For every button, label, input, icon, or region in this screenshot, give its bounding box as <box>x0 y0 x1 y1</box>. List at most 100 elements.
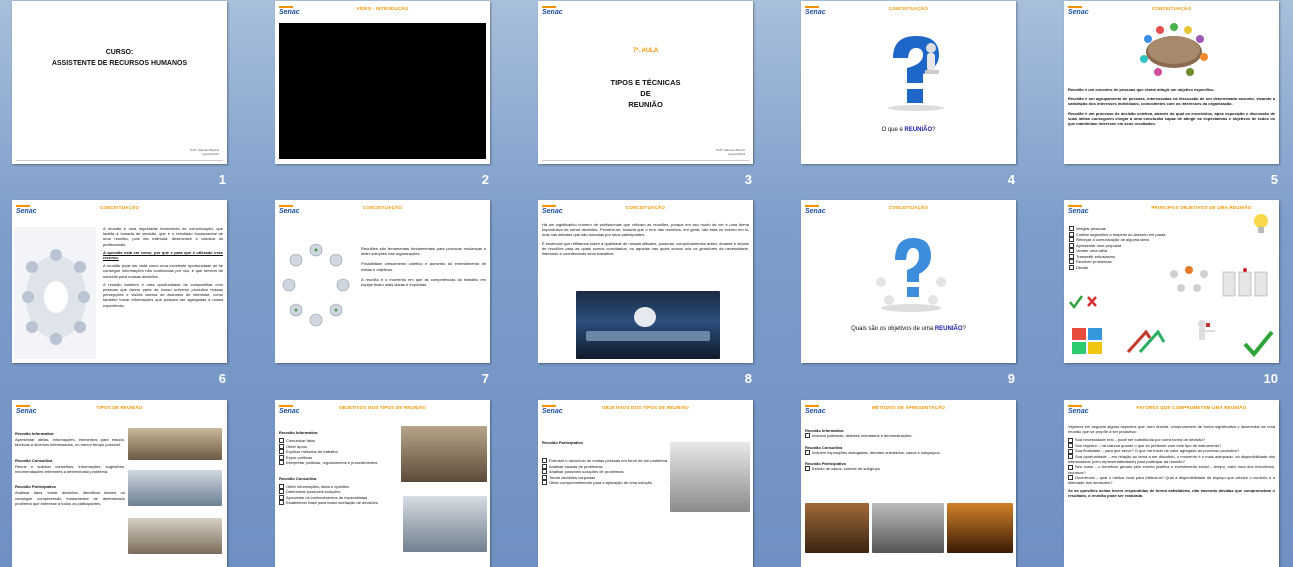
slide5-paragraph-3: Reunião é um processo de decisão coletiv… <box>1068 110 1275 127</box>
method-item: Incluem exposições dialogadas, debates o… <box>805 450 1012 456</box>
slide-thumbnail-7[interactable]: Senac CONCEITUAÇÃO Reuniões são ferramen… <box>275 200 490 363</box>
senac-logo: Senac <box>1068 205 1089 215</box>
meeting-type-informativa: Reunião Informativa <box>15 431 54 436</box>
slide-thumbnail-1[interactable]: CURSO: ASSISTENTE DE RECURSOS HUMANOS Pr… <box>12 1 227 164</box>
meeting-photo <box>670 442 750 512</box>
slide15-intro: Vejamos em seguida alguns aspectos que, … <box>1068 424 1275 435</box>
objective-item: Decidir <box>1069 265 1179 271</box>
meeting-type-informativa-desc: Apresentar idéias, informações, elemento… <box>15 437 125 448</box>
slide15-conclusion: Se as questões acima forem respondidas d… <box>1068 488 1275 499</box>
chairs-circle-icon <box>282 243 350 327</box>
slide6-paragraph-1: A reunião é uma importante ferramenta de… <box>103 226 223 247</box>
slide-number-5: 5 <box>1270 172 1278 187</box>
doors-choice-icon <box>1222 268 1268 297</box>
arrows-icon <box>1126 329 1166 354</box>
slide-thumbnail-13[interactable]: Senac OBJETIVOS DOS TIPOS DE REUNIÃO Reu… <box>538 400 753 567</box>
slide-thumbnail-9[interactable]: Senac CONCEITUAÇÃO Quais são os objetivo… <box>801 200 1016 363</box>
discussion-photo <box>947 503 1013 553</box>
slide4-title: CONCEITUAÇÃO <box>888 6 929 11</box>
slide-thumbnail-2[interactable]: Senac VÍDEO - INTRODUÇÃO <box>275 1 490 164</box>
slide-number-4: 4 <box>1007 172 1015 187</box>
slide8-title: CONCEITUAÇÃO <box>625 205 666 210</box>
slide8-paragraph-2: É essencial que reflitamos sobre a quali… <box>542 240 749 257</box>
slide3-date: Agosto/2013 <box>728 152 745 156</box>
figure-pointing-icon <box>1198 320 1215 340</box>
slide-number-7: 7 <box>481 371 489 386</box>
slide5-paragraph-2: Reunião é um agrupamento de pessoas, int… <box>1068 96 1275 107</box>
slide8-paragraph-1: Há um significativo número de profission… <box>542 222 749 238</box>
meeting-photo-3 <box>128 518 222 554</box>
question-mark-figure-icon <box>888 36 944 111</box>
puzzle-team-icon <box>1072 328 1102 354</box>
slide3-title-line1: TIPOS E TÉCNICAS <box>610 78 681 87</box>
conference-room-photo <box>576 291 720 359</box>
slide12-title: OBJETIVOS DOS TIPOS DE REUNIÃO <box>338 405 426 410</box>
slide9-question-prefix: Quais são os objetivos de uma <box>851 326 935 332</box>
slide3-title-line2: DE <box>640 89 651 98</box>
slide-thumbnail-4[interactable]: Senac CONCEITUAÇÃO O que é REUNIÃO? <box>801 1 1016 164</box>
slide-sorter-view: { "slide_numbers": ["1","2","3","4","5",… <box>0 0 1293 567</box>
slide-thumbnail-14[interactable]: Senac MÉTODOS DE APRESENTAÇÃO Reunião In… <box>801 400 1016 567</box>
slide6-paragraph-4: A reunião também é uma oportunidade de c… <box>103 281 223 308</box>
slide10-title: PRINCIPAIS OBJETIVOS DE UMA REUNIÃO <box>1151 205 1252 210</box>
senac-logo: Senac <box>542 6 563 16</box>
factor-item: Seu custo – o benefício gerado pelo even… <box>1068 464 1275 475</box>
big-check-icon <box>1243 330 1274 358</box>
slide9-question-keyword: REUNIÃO <box>934 326 963 332</box>
slide3-title-line3: REUNIÃO <box>628 100 663 109</box>
slide9-title: CONCEITUAÇÃO <box>888 205 929 210</box>
objective-item: Obter comprometimento para a aplicação d… <box>542 480 668 486</box>
slide-thumbnail-12[interactable]: Senac OBJETIVOS DOS TIPOS DE REUNIÃO Reu… <box>275 400 490 567</box>
meeting-type-consultiva: Reunião Consultiva <box>15 457 53 463</box>
slide-thumbnail-10[interactable]: Senac PRINCIPAIS OBJETIVOS DE UMA REUNIÃ… <box>1064 200 1279 363</box>
slide-thumbnail-11[interactable]: Senac TIPOS DE REUNIÃO Reunião Informati… <box>12 400 227 567</box>
slide6-title: CONCEITUAÇÃO <box>99 205 140 210</box>
meeting-photo-1 <box>401 426 487 482</box>
slide6-paragraph-3: A reunião pode ser vista como uma excele… <box>103 263 223 279</box>
slide-thumbnail-8[interactable]: Senac CONCEITUAÇÃO Há um significativo n… <box>538 200 753 363</box>
slide-number-2: 2 <box>481 172 489 187</box>
slide-number-9: 9 <box>1007 371 1015 386</box>
slide15-title: FATORES QUE COMPROMETEM UMA REUNIÃO <box>1136 405 1247 410</box>
slide12-heading-informativa: Reunião Informativa <box>279 430 318 435</box>
slide13-heading: Reunião Participativa <box>542 440 583 445</box>
objective-item: Estabelecer base para maior aceitação de… <box>279 500 399 506</box>
slide5-title: CONCEITUAÇÃO <box>1151 6 1192 11</box>
objective-item: Interpretar políticas, regulamentos e pr… <box>279 460 399 466</box>
slide7-paragraph-3: A reunião é o momento em que as competên… <box>361 276 486 288</box>
slide-thumbnail-5[interactable]: Senac CONCEITUAÇÃO Reunião é um encontro… <box>1064 1 1279 164</box>
meeting-type-participativa: Reunião Participativa <box>15 484 56 490</box>
team-puzzle-icon <box>1170 266 1208 292</box>
slide6-paragraph-2: A questão está em como, por quê e para q… <box>103 249 223 261</box>
slide1-date: Agosto/2013 <box>202 152 219 156</box>
slide-number-8: 8 <box>744 371 752 386</box>
slide2-title: VÍDEO - INTRODUÇÃO <box>356 6 409 11</box>
video-placeholder[interactable] <box>279 23 486 159</box>
round-table-meeting-icon <box>1140 23 1208 76</box>
meeting-type-consultiva-desc: Reunir e solicitar conselhos, informaçõe… <box>15 463 125 475</box>
lesson-number: 7ª. AULA <box>632 48 659 54</box>
slide-number-6: 6 <box>218 371 226 386</box>
meeting-photo-2 <box>128 470 222 506</box>
slide-number-3: 3 <box>744 172 752 187</box>
slide-thumbnail-15[interactable]: Senac FATORES QUE COMPROMETEM UMA REUNIÃ… <box>1064 400 1279 567</box>
slide11-title: TIPOS DE REUNIÃO <box>96 405 143 410</box>
lecture-photo <box>872 503 944 553</box>
slide7-title: CONCEITUAÇÃO <box>362 205 403 210</box>
factor-item: Ocorrência – qual o melhor local para ef… <box>1068 474 1275 486</box>
slide-number-10: 10 <box>1263 371 1278 386</box>
slide1-title-line2: ASSISTENTE DE RECURSOS HUMANOS <box>51 60 188 67</box>
slide4-question-suffix: ? <box>932 127 936 133</box>
divider <box>542 160 749 161</box>
lightbulb-icon <box>1254 214 1268 233</box>
slide4-question-keyword: REUNIÃO <box>904 127 933 133</box>
slide5-paragraph-1: Reunião é um encontro de pessoas que vis… <box>1068 87 1215 92</box>
method-item: Incluem palestras, debates orientados e … <box>805 433 1012 439</box>
slide13-title: OBJETIVOS DOS TIPOS DE REUNIÃO <box>601 405 689 410</box>
slide-thumbnail-3[interactable]: Senac 7ª. AULA TIPOS E TÉCNICAS DE REUNI… <box>538 1 753 164</box>
slide9-question-suffix: ? <box>962 326 966 332</box>
meeting-photo-1 <box>128 428 222 460</box>
slide7-paragraph-1: Reuniões são ferramentas fundamentais pa… <box>361 246 486 257</box>
slide7-paragraph-2: Possibilitam crescimento coletivo e aume… <box>361 261 486 272</box>
slide-thumbnail-6[interactable]: Senac CONCEITUAÇÃO A reunião é uma impor… <box>12 200 227 363</box>
